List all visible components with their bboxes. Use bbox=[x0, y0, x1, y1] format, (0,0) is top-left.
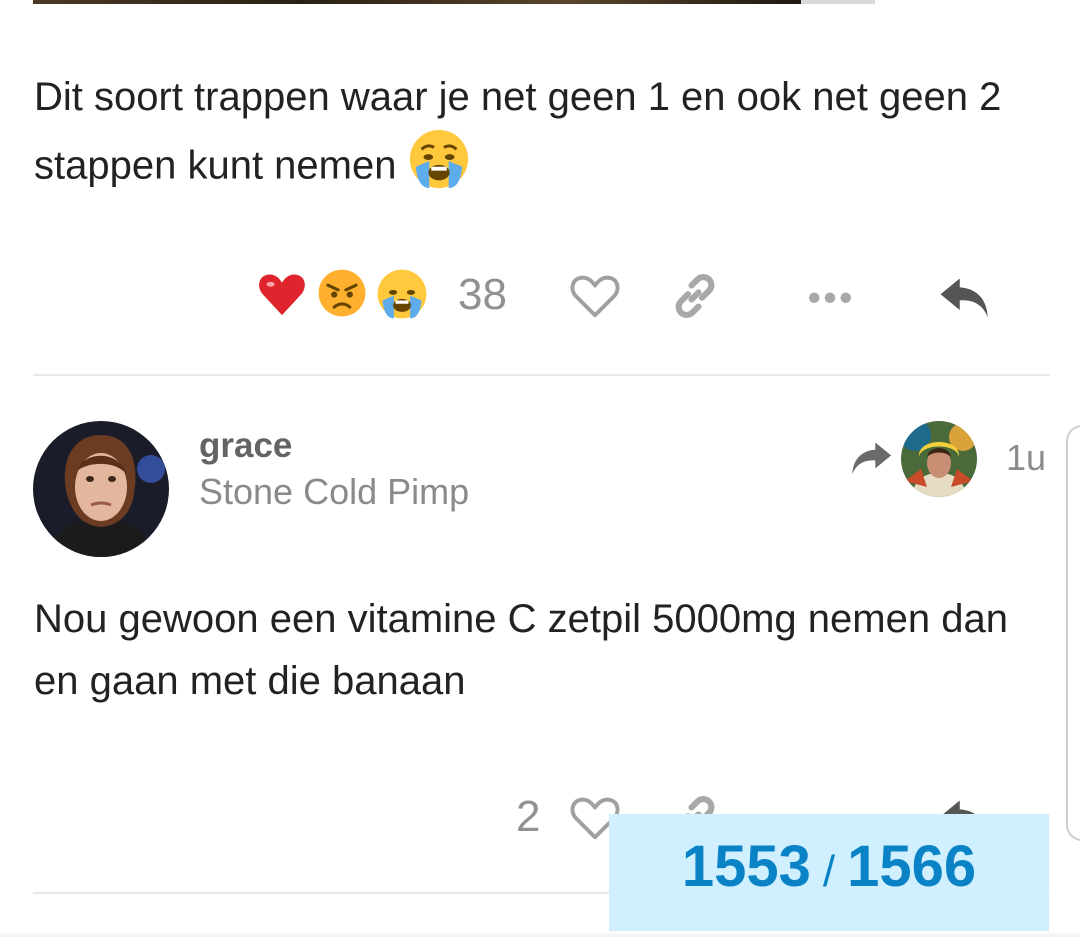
bottom-edge bbox=[0, 931, 1080, 937]
post-1-actions: 38 bbox=[0, 260, 1080, 330]
post-1-body: Dit soort trappen waar je net geen 1 en … bbox=[34, 66, 1044, 208]
progress-current: 1553 bbox=[681, 834, 811, 899]
previous-post-image-tail bbox=[801, 0, 875, 4]
more-options-icon[interactable] bbox=[802, 268, 858, 324]
previous-post-image[interactable] bbox=[33, 0, 801, 4]
topic-progress-indicator[interactable]: 1553/1566 bbox=[609, 814, 1049, 937]
post-1-text: Dit soort trappen waar je net geen 1 en … bbox=[34, 75, 1002, 188]
post-2-user-title: Stone Cold Pimp bbox=[199, 471, 470, 512]
post-2-text: Nou gewoon een vitamine C zetpil 5000mg … bbox=[34, 597, 1008, 703]
like-count[interactable]: 2 bbox=[516, 782, 540, 852]
angry-face-reaction-icon[interactable] bbox=[317, 268, 369, 320]
like-heart-icon[interactable] bbox=[567, 268, 623, 324]
crying-face-reaction-icon[interactable] bbox=[376, 268, 428, 320]
post-2-body: Nou gewoon een vitamine C zetpil 5000mg … bbox=[34, 588, 1044, 712]
progress-text: 1553/1566 bbox=[682, 832, 976, 907]
grace-avatar[interactable] bbox=[33, 421, 169, 557]
progress-separator: / bbox=[822, 847, 836, 896]
heart-reaction-icon[interactable] bbox=[256, 268, 308, 320]
reply-to-user-avatar[interactable] bbox=[901, 421, 977, 497]
crying-face-icon bbox=[408, 128, 470, 208]
topic-page: Dit soort trappen waar je net geen 1 en … bbox=[0, 0, 1080, 937]
post-divider bbox=[33, 374, 1050, 376]
reaction-count[interactable]: 38 bbox=[458, 260, 507, 330]
post-2-age[interactable]: 1u bbox=[1006, 436, 1046, 480]
progress-total: 1566 bbox=[847, 834, 977, 899]
reply-to-arrow-icon[interactable] bbox=[848, 438, 894, 480]
reply-icon[interactable] bbox=[936, 268, 992, 324]
timeline-scroll-handle[interactable] bbox=[1066, 425, 1080, 841]
post-2-username[interactable]: grace bbox=[199, 424, 292, 468]
link-icon[interactable] bbox=[667, 268, 723, 324]
